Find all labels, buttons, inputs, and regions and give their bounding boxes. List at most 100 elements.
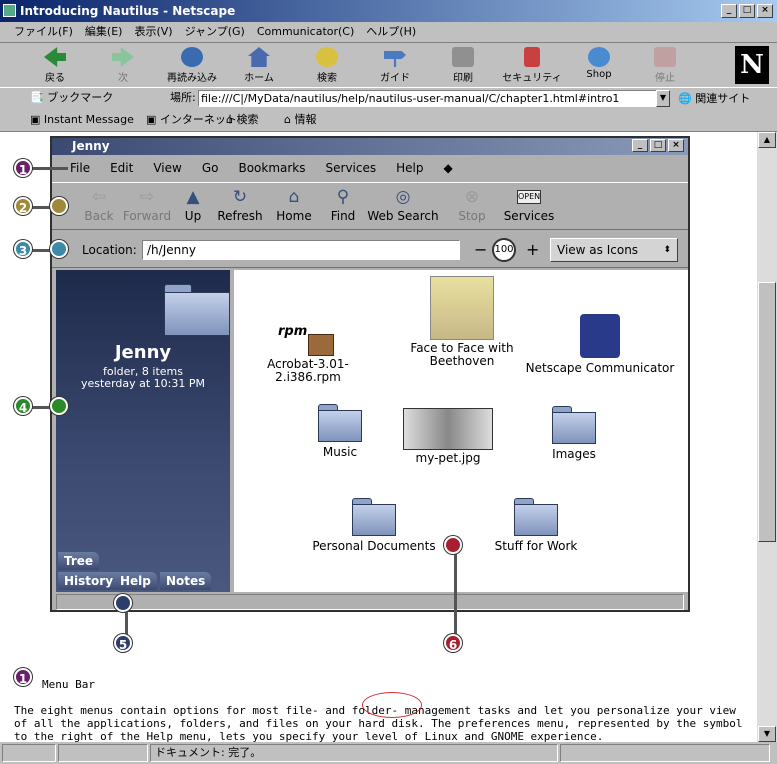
nautilus-menu-help[interactable]: Help xyxy=(396,156,423,180)
forward-arrow-icon xyxy=(112,47,134,67)
nautilus-stop-button[interactable]: ⊗ Stop xyxy=(454,187,490,223)
file-item-music[interactable]: Music xyxy=(300,404,380,459)
lookup-button[interactable]: ⌂ 検索 xyxy=(226,110,258,130)
nautilus-location-input[interactable]: /h/Jenny xyxy=(142,240,460,260)
zoom-out-icon[interactable]: − xyxy=(474,232,487,268)
callout-5-anchor xyxy=(114,594,132,612)
album-cover-thumbnail xyxy=(430,276,494,340)
bookmarks-button[interactable]: 📑 ブックマーク xyxy=(30,88,113,108)
callout-3: 3 xyxy=(14,240,32,258)
nautilus-menu-go[interactable]: Go xyxy=(202,156,219,180)
zoom-level[interactable]: 100 xyxy=(492,238,516,262)
chevron-updown-icon: ⬍ xyxy=(663,245,671,255)
reload-button[interactable]: 再読み込み xyxy=(160,45,224,87)
magnifier-icon: ⚲ xyxy=(336,187,350,207)
home-icon: ⌂ xyxy=(288,187,300,207)
security-button[interactable]: セキュリティ xyxy=(500,45,564,87)
info-button[interactable]: ⌂ 情報 xyxy=(284,110,316,130)
sidebar-folder-info: folder, 8 items yesterday at 10:31 PM xyxy=(56,366,230,390)
padlock-icon xyxy=(524,47,540,67)
nautilus-home-button[interactable]: ⌂ Home xyxy=(274,187,314,223)
scroll-up-arrow[interactable]: ▲ xyxy=(758,132,776,148)
nautilus-minimize-button[interactable]: _ xyxy=(632,139,648,152)
nautilus-menu-edit[interactable]: Edit xyxy=(110,156,133,180)
nautilus-up-button[interactable]: ▲ Up xyxy=(178,187,208,223)
nautilus-forward-button[interactable]: ⇨ Forward xyxy=(118,187,176,223)
file-item-personal-documents[interactable]: Personal Documents xyxy=(312,498,436,553)
nautilus-maximize-button[interactable]: □ xyxy=(650,139,666,152)
stop-icon: ⊗ xyxy=(464,187,480,207)
menu-help[interactable]: ヘルプ(H) xyxy=(360,22,422,41)
callout-4-anchor xyxy=(50,397,68,415)
tab-help[interactable]: Help xyxy=(114,572,157,590)
callout-line-6 xyxy=(454,546,457,638)
internet-button[interactable]: ▣ インターネット xyxy=(146,110,237,130)
forward-button[interactable]: 次 xyxy=(98,45,148,87)
reload-icon xyxy=(181,47,203,67)
guide-button[interactable]: ガイド xyxy=(370,45,420,87)
close-button[interactable]: × xyxy=(757,4,773,18)
nautilus-menu-view[interactable]: View xyxy=(153,156,181,180)
instant-message-button[interactable]: ▣ Instant Message xyxy=(30,110,134,130)
menu-go[interactable]: ジャンプ(G) xyxy=(179,22,251,41)
nautilus-menu-services[interactable]: Services xyxy=(326,156,377,180)
globe-search-icon: ◎ xyxy=(395,187,411,207)
file-item-stuff-for-work[interactable]: Stuff for Work xyxy=(490,498,582,553)
view-as-select[interactable]: View as Icons ⬍ xyxy=(550,238,678,262)
shop-icon xyxy=(588,47,610,67)
nautilus-menu-bookmarks[interactable]: Bookmarks xyxy=(238,156,305,180)
scroll-down-arrow[interactable]: ▼ xyxy=(758,726,776,742)
nautilus-close-button[interactable]: × xyxy=(668,139,684,152)
description-number: 1 xyxy=(14,668,32,686)
shop-button[interactable]: Shop xyxy=(578,45,620,87)
search-icon xyxy=(316,47,338,67)
callout-4: 4 xyxy=(14,397,32,415)
personal-toolbar: ▣ Instant Message ▣ インターネット ⌂ 検索 ⌂ 情報 xyxy=(0,110,777,132)
callout-6: 6 xyxy=(444,634,462,652)
file-item-netscape-communicator[interactable]: Netscape Communicator xyxy=(520,314,680,375)
nautilus-menubar: File Edit View Go Bookmarks Services Hel… xyxy=(52,156,688,180)
browser-statusbar: ドキュメント: 完了。 xyxy=(0,742,777,764)
security-status-icon[interactable] xyxy=(2,744,56,762)
nautilus-find-button[interactable]: ⚲ Find xyxy=(326,187,360,223)
nautilus-refresh-button[interactable]: ↻ Refresh xyxy=(216,187,264,223)
back-arrow-icon xyxy=(44,47,66,67)
stop-button[interactable]: 停止 xyxy=(644,45,686,87)
rpm-package-icon: rpm xyxy=(278,320,338,358)
tab-notes[interactable]: Notes xyxy=(160,572,212,590)
nautilus-web-search-button[interactable]: ◎ Web Search xyxy=(366,187,440,223)
menu-file[interactable]: ファイル(F) xyxy=(8,22,79,41)
scroll-thumb[interactable] xyxy=(758,282,776,542)
search-button[interactable]: 検索 xyxy=(304,45,350,87)
nautilus-back-button[interactable]: ⇦ Back xyxy=(78,187,120,223)
vertical-scrollbar[interactable]: ▲ ▼ xyxy=(757,132,777,742)
nautilus-services-button[interactable]: OPEN Services xyxy=(502,187,556,223)
component-bar[interactable] xyxy=(560,744,770,762)
file-item-beethoven[interactable]: Face to Face with Beethoven xyxy=(394,276,530,368)
nautilus-window: Jenny _ □ × File Edit View Go Bookmarks … xyxy=(50,136,690,612)
file-item-images[interactable]: Images xyxy=(534,406,614,461)
home-button[interactable]: ホーム xyxy=(236,45,282,87)
preferences-diamond-icon[interactable]: ◆ xyxy=(443,156,452,180)
stop-icon xyxy=(654,47,676,67)
file-item-acrobat-rpm[interactable]: rpm Acrobat-3.01-2.i386.rpm xyxy=(240,320,376,384)
menu-view[interactable]: 表示(V) xyxy=(128,22,178,41)
maximize-button[interactable]: □ xyxy=(739,4,755,18)
tab-tree[interactable]: Tree xyxy=(58,552,100,570)
url-dropdown-button[interactable]: ▼ xyxy=(656,90,670,107)
related-sites-button[interactable]: 🌐 関連サイト xyxy=(678,90,750,106)
back-button[interactable]: 戻る xyxy=(30,45,80,87)
menu-communicator[interactable]: Communicator(C) xyxy=(251,22,360,41)
callout-5: 5 xyxy=(114,634,132,652)
nautilus-title: Jenny xyxy=(72,139,110,153)
up-arrow-icon: ▲ xyxy=(186,187,200,207)
folder-icon xyxy=(552,406,596,444)
tab-history[interactable]: History xyxy=(58,572,120,590)
zoom-in-icon[interactable]: + xyxy=(526,232,539,268)
print-button[interactable]: 印刷 xyxy=(440,45,486,87)
file-item-my-pet[interactable]: my-pet.jpg xyxy=(400,408,496,465)
nautilus-menu-file[interactable]: File xyxy=(70,156,90,180)
menu-edit[interactable]: 編集(E) xyxy=(79,22,129,41)
minimize-button[interactable]: _ xyxy=(721,4,737,18)
url-input[interactable]: file:///C|/MyData/nautilus/help/nautilus… xyxy=(198,90,670,107)
